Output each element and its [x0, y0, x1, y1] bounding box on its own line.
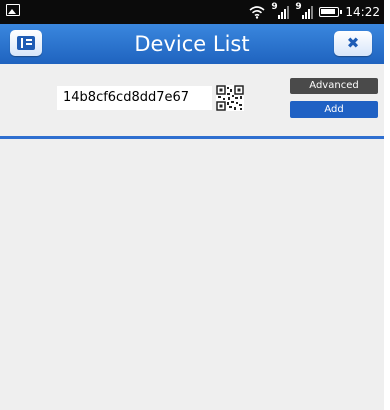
signal-1-label: 9 [271, 2, 278, 12]
wifi-icon [249, 5, 265, 19]
add-button[interactable]: Add [290, 101, 378, 118]
advanced-button[interactable]: Advanced [290, 78, 378, 94]
status-icons: 9 9 14:22 [249, 2, 380, 21]
signal-icon: 9 [295, 2, 314, 19]
status-bar: 9 9 14:22 [0, 0, 384, 24]
close-button[interactable]: ✖ [334, 31, 372, 56]
device-id-field[interactable]: 14b8cf6cd8dd7e67 [57, 86, 212, 110]
signal-icon: 9 [271, 2, 290, 19]
sidebar-menu-button[interactable] [10, 30, 42, 56]
status-time: 14:22 [345, 5, 380, 19]
qr-code-icon[interactable] [216, 85, 244, 111]
device-item: 14b8cf6cd8dd7e67 Advanced Add [0, 64, 384, 136]
screen-edge [384, 0, 390, 410]
device-list-screen: 9 9 14:22 Device List ✖ 14b8cf6cd8dd7e67… [0, 0, 384, 410]
title-bar: Device List ✖ [0, 24, 384, 64]
battery-icon [319, 7, 343, 17]
page-title: Device List [134, 32, 250, 56]
device-list-empty-area [0, 139, 384, 410]
signal-2-label: 9 [295, 2, 302, 12]
close-icon: ✖ [346, 34, 360, 52]
sidebar-menu-icon [17, 36, 35, 50]
image-notification-icon [6, 4, 20, 16]
